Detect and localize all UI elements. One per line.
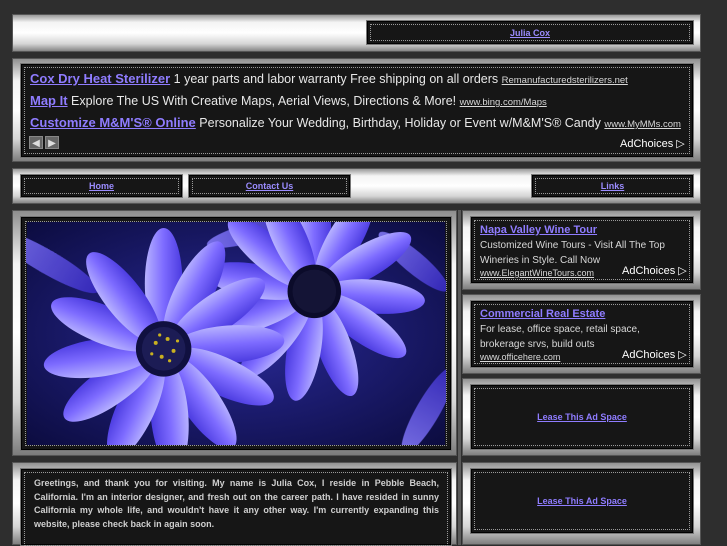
ad-row-3[interactable]: Customize M&M'S® Online Personalize Your… — [30, 115, 681, 130]
ad-row-2[interactable]: Map It Explore The US With Creative Maps… — [30, 93, 547, 108]
nav-contact[interactable]: Contact Us — [189, 175, 350, 197]
bio-text: Greetings, and thank you for visiting. M… — [34, 478, 439, 529]
daisy-photo — [25, 221, 447, 446]
adchoices-link[interactable]: AdChoices ▷ — [620, 137, 685, 150]
ad-text: Personalize Your Wedding, Birthday, Holi… — [199, 116, 601, 130]
ad-text: Explore The US With Creative Maps, Aeria… — [71, 94, 457, 108]
ad-text: 1 year parts and labor warranty Free shi… — [173, 72, 499, 86]
nav-home[interactable]: Home — [21, 175, 182, 197]
site-name-box: Julia Cox — [367, 21, 693, 44]
side-ad-2[interactable]: Commercial Real Estate For lease, office… — [471, 301, 693, 367]
lease-ad-1[interactable]: Lease This Ad Space — [471, 385, 693, 449]
lease-ad-link[interactable]: Lease This Ad Space — [472, 412, 692, 422]
side-ad-1[interactable]: Napa Valley Wine Tour Customized Wine To… — [471, 217, 693, 283]
nav-links[interactable]: Links — [532, 175, 693, 197]
adchoices-link[interactable]: AdChoices ▷ — [620, 348, 689, 361]
image-panel — [21, 217, 451, 450]
lease-ad-2[interactable]: Lease This Ad Space — [471, 469, 693, 533]
nav-home-link[interactable]: Home — [22, 181, 181, 191]
adchoices-link[interactable]: AdChoices ▷ — [620, 264, 689, 277]
ad-next-button[interactable]: ▶ — [45, 136, 59, 149]
ad-url[interactable]: www.MyMMs.com — [604, 119, 681, 130]
lease-ad-link[interactable]: Lease This Ad Space — [472, 496, 692, 506]
side-ad-title[interactable]: Napa Valley Wine Tour — [480, 224, 680, 236]
side-ad-title[interactable]: Commercial Real Estate — [480, 308, 660, 320]
ad-url[interactable]: Remanufacturedsterilizers.net — [502, 75, 628, 86]
ad-title[interactable]: Customize M&M'S® Online — [30, 115, 196, 130]
nav-contact-link[interactable]: Contact Us — [190, 181, 349, 191]
ad-url[interactable]: www.bing.com/Maps — [460, 97, 547, 108]
ad-prev-button[interactable]: ◀ — [29, 136, 43, 149]
ad-title[interactable]: Map It — [30, 93, 68, 108]
ad-row-1[interactable]: Cox Dry Heat Sterilizer 1 year parts and… — [30, 71, 628, 86]
site-name-link[interactable]: Julia Cox — [368, 28, 692, 38]
column-divider — [458, 210, 461, 545]
nav-links-link[interactable]: Links — [533, 181, 692, 191]
ad-title[interactable]: Cox Dry Heat Sterilizer — [30, 71, 170, 86]
